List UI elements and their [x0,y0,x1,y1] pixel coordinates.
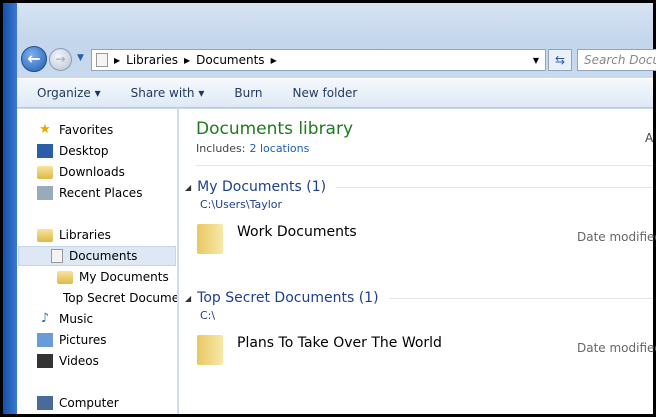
sidebar-item-label: Top Secret Documents [63,291,177,305]
folder-icon [197,335,223,365]
sidebar-item-libraries[interactable]: Libraries [37,225,111,245]
sidebar-item-computer[interactable]: Computer [37,393,119,413]
navigation-bar: ← → ▼ ▶ Libraries ▶ Documents ▶ ▼ ⇆ Sear… [21,45,656,73]
breadcrumb-arrow-icon[interactable]: ▶ [114,56,120,65]
group-name: My Documents (1) [197,179,327,195]
sidebar-item-music[interactable]: ♪ Music [37,309,93,329]
includes-line: Includes: 2 locations [196,142,309,155]
explorer-window: ← → ▼ ▶ Libraries ▶ Documents ▶ ▼ ⇆ Sear… [3,3,656,414]
breadcrumb-documents[interactable]: Documents [196,53,264,67]
sidebar-item-label: Videos [59,354,99,368]
date-modified-label: Date modified [577,230,656,244]
collapse-icon[interactable]: ◢ [185,294,191,303]
folder-icon [57,270,73,284]
breadcrumb-arrow-icon[interactable]: ▶ [271,56,277,65]
folder-name: Work Documents [237,224,357,240]
group-path[interactable]: C:\Users\Taylor [200,198,282,211]
sidebar-item-videos[interactable]: Videos [37,351,99,371]
sidebar-item-downloads[interactable]: Downloads [37,162,125,182]
locations-link[interactable]: 2 locations [249,142,309,155]
sidebar-item-desktop[interactable]: Desktop [37,141,109,161]
refresh-button[interactable]: ⇆ [548,49,572,71]
recent-places-icon [37,186,53,200]
sidebar-item-label: Pictures [59,333,107,347]
breadcrumb-libraries[interactable]: Libraries [126,53,178,67]
folder-item[interactable]: Work Documents Date modified [197,224,656,254]
burn-button[interactable]: Burn [234,86,262,100]
documents-icon [51,249,63,263]
sidebar-item-label: Documents [69,249,138,263]
search-input[interactable]: Search Documents [577,49,656,71]
organize-button[interactable]: Organize ▾ [37,86,101,100]
sidebar-item-label: My Documents [79,270,169,284]
sidebar-item-recent-places[interactable]: Recent Places [37,183,142,203]
sidebar-item-label: Recent Places [59,186,143,200]
includes-label: Includes: [196,142,246,155]
computer-icon [37,396,53,410]
recent-pages-dropdown[interactable]: ▼ [77,53,84,63]
sidebar-item-label: Favorites [59,123,114,137]
address-dropdown-icon[interactable]: ▼ [533,56,539,65]
date-modified-label: Date modified [577,341,656,355]
library-icon [96,53,108,67]
share-with-button[interactable]: Share with ▾ [131,86,205,100]
folder-name: Plans To Take Over The World [237,335,442,351]
new-folder-button[interactable]: New folder [293,86,358,100]
sidebar-item-my-documents[interactable]: My Documents [57,267,169,287]
desktop-icon [37,144,53,158]
sidebar-item-label: Downloads [59,165,125,179]
group-header[interactable]: ◢ Top Secret Documents (1) [185,290,653,306]
command-bar: Organize ▾ Share with ▾ Burn New folder [17,78,653,108]
navigation-pane: ★ Favorites Desktop Downloads Recent Plac… [17,109,178,414]
sidebar-item-pictures[interactable]: Pictures [37,330,107,350]
sidebar-item-label: Libraries [59,228,111,242]
address-bar[interactable]: ▶ Libraries ▶ Documents ▶ ▼ [91,49,546,71]
sidebar-item-top-secret-documents[interactable]: Top Secret Documents [57,288,177,308]
folder-item[interactable]: Plans To Take Over The World Date modifie… [197,335,656,365]
sidebar-item-documents[interactable]: Documents [18,246,176,266]
libraries-icon [37,228,53,242]
sidebar-item-label: Computer [59,396,119,410]
sidebar-item-label: Desktop [59,144,109,158]
page-title: Documents library [196,119,354,139]
content-pane: Documents library Includes: 2 locations A… [179,109,656,414]
sidebar-item-label: Music [59,312,94,326]
group-path[interactable]: C:\ [200,309,215,322]
forward-button[interactable]: → [49,48,72,71]
downloads-icon [37,165,53,179]
collapse-icon[interactable]: ◢ [185,183,191,192]
back-button[interactable]: ← [21,46,47,72]
group-header[interactable]: ◢ My Documents (1) [185,179,653,195]
group-name: Top Secret Documents (1) [197,290,379,306]
music-icon: ♪ [40,311,50,326]
breadcrumb-arrow-icon[interactable]: ▶ [184,56,190,65]
folder-icon [197,224,223,254]
star-icon: ★ [39,122,51,137]
divider [196,165,653,166]
pictures-icon [37,333,53,347]
sidebar-item-favorites[interactable]: ★ Favorites [37,120,113,140]
arrange-by-label[interactable]: A [645,131,653,145]
videos-icon [37,354,53,368]
